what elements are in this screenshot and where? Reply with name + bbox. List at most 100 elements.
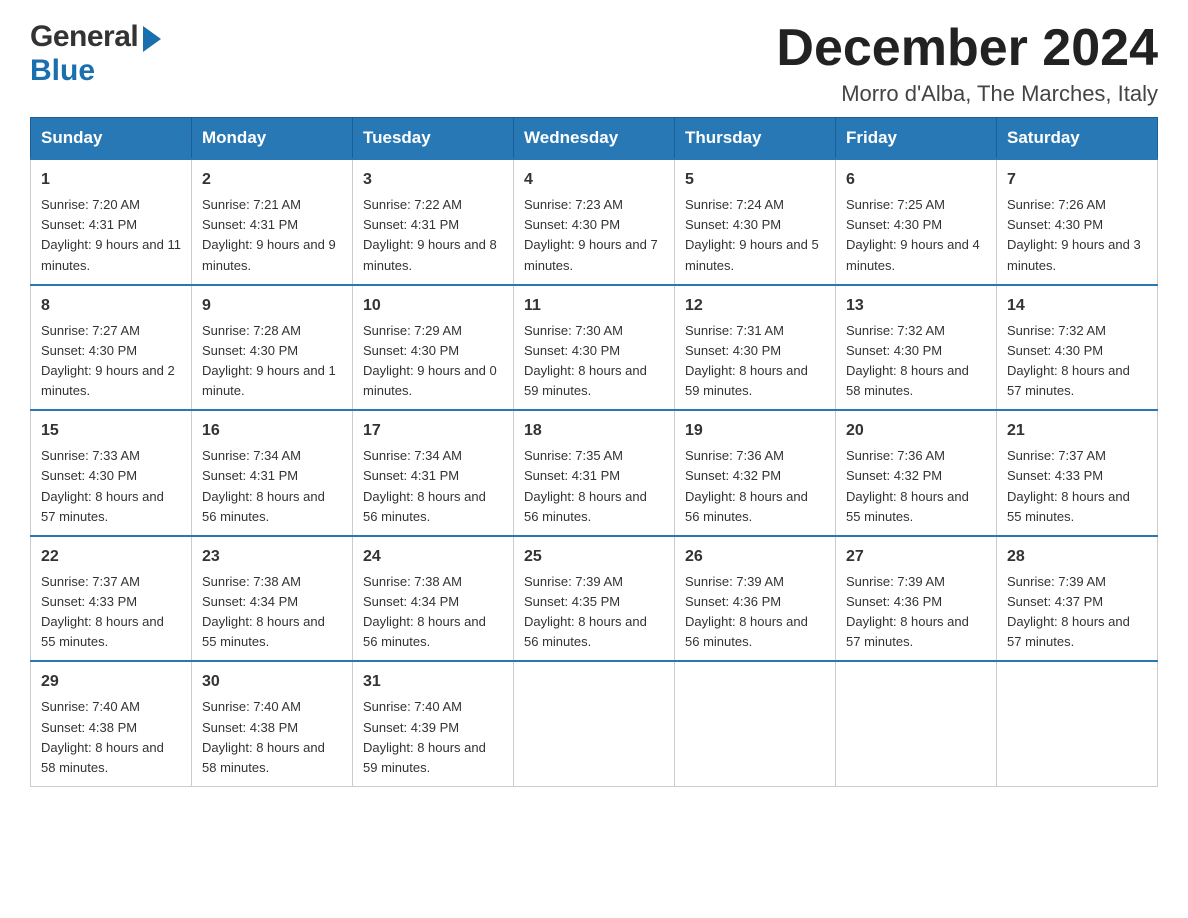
day-info: Sunrise: 7:33 AMSunset: 4:30 PMDaylight:… xyxy=(41,446,181,527)
day-info: Sunrise: 7:27 AMSunset: 4:30 PMDaylight:… xyxy=(41,321,181,402)
calendar-cell xyxy=(997,661,1158,786)
day-number: 18 xyxy=(524,419,664,443)
calendar-week-row: 29 Sunrise: 7:40 AMSunset: 4:38 PMDaylig… xyxy=(31,661,1158,786)
day-info: Sunrise: 7:39 AMSunset: 4:37 PMDaylight:… xyxy=(1007,572,1147,653)
day-number: 3 xyxy=(363,168,503,192)
day-info: Sunrise: 7:32 AMSunset: 4:30 PMDaylight:… xyxy=(846,321,986,402)
calendar-cell: 1 Sunrise: 7:20 AMSunset: 4:31 PMDayligh… xyxy=(31,159,192,285)
calendar-cell: 20 Sunrise: 7:36 AMSunset: 4:32 PMDaylig… xyxy=(836,410,997,536)
calendar-cell: 27 Sunrise: 7:39 AMSunset: 4:36 PMDaylig… xyxy=(836,536,997,662)
day-number: 7 xyxy=(1007,168,1147,192)
day-number: 27 xyxy=(846,545,986,569)
day-info: Sunrise: 7:35 AMSunset: 4:31 PMDaylight:… xyxy=(524,446,664,527)
day-info: Sunrise: 7:39 AMSunset: 4:36 PMDaylight:… xyxy=(685,572,825,653)
calendar-cell: 16 Sunrise: 7:34 AMSunset: 4:31 PMDaylig… xyxy=(192,410,353,536)
calendar-week-row: 22 Sunrise: 7:37 AMSunset: 4:33 PMDaylig… xyxy=(31,536,1158,662)
day-info: Sunrise: 7:28 AMSunset: 4:30 PMDaylight:… xyxy=(202,321,342,402)
day-info: Sunrise: 7:38 AMSunset: 4:34 PMDaylight:… xyxy=(202,572,342,653)
calendar-cell: 23 Sunrise: 7:38 AMSunset: 4:34 PMDaylig… xyxy=(192,536,353,662)
month-title: December 2024 xyxy=(776,20,1158,77)
day-info: Sunrise: 7:22 AMSunset: 4:31 PMDaylight:… xyxy=(363,195,503,276)
day-number: 26 xyxy=(685,545,825,569)
calendar-cell xyxy=(514,661,675,786)
day-number: 2 xyxy=(202,168,342,192)
day-number: 28 xyxy=(1007,545,1147,569)
calendar-cell: 3 Sunrise: 7:22 AMSunset: 4:31 PMDayligh… xyxy=(353,159,514,285)
day-number: 23 xyxy=(202,545,342,569)
day-info: Sunrise: 7:21 AMSunset: 4:31 PMDaylight:… xyxy=(202,195,342,276)
day-info: Sunrise: 7:34 AMSunset: 4:31 PMDaylight:… xyxy=(202,446,342,527)
logo-arrow-icon xyxy=(143,26,161,52)
calendar-cell: 4 Sunrise: 7:23 AMSunset: 4:30 PMDayligh… xyxy=(514,159,675,285)
calendar-cell: 19 Sunrise: 7:36 AMSunset: 4:32 PMDaylig… xyxy=(675,410,836,536)
day-number: 1 xyxy=(41,168,181,192)
calendar-week-row: 8 Sunrise: 7:27 AMSunset: 4:30 PMDayligh… xyxy=(31,285,1158,411)
calendar-cell: 12 Sunrise: 7:31 AMSunset: 4:30 PMDaylig… xyxy=(675,285,836,411)
logo-general-text: General xyxy=(30,20,138,54)
day-info: Sunrise: 7:30 AMSunset: 4:30 PMDaylight:… xyxy=(524,321,664,402)
calendar-cell: 25 Sunrise: 7:39 AMSunset: 4:35 PMDaylig… xyxy=(514,536,675,662)
day-number: 21 xyxy=(1007,419,1147,443)
calendar-cell: 9 Sunrise: 7:28 AMSunset: 4:30 PMDayligh… xyxy=(192,285,353,411)
day-info: Sunrise: 7:39 AMSunset: 4:36 PMDaylight:… xyxy=(846,572,986,653)
calendar-cell: 28 Sunrise: 7:39 AMSunset: 4:37 PMDaylig… xyxy=(997,536,1158,662)
calendar-cell xyxy=(836,661,997,786)
calendar-cell xyxy=(675,661,836,786)
day-info: Sunrise: 7:37 AMSunset: 4:33 PMDaylight:… xyxy=(1007,446,1147,527)
col-header-monday: Monday xyxy=(192,118,353,160)
day-number: 5 xyxy=(685,168,825,192)
day-info: Sunrise: 7:37 AMSunset: 4:33 PMDaylight:… xyxy=(41,572,181,653)
day-info: Sunrise: 7:25 AMSunset: 4:30 PMDaylight:… xyxy=(846,195,986,276)
page-header: General Blue December 2024 Morro d'Alba,… xyxy=(30,20,1158,107)
calendar-cell: 17 Sunrise: 7:34 AMSunset: 4:31 PMDaylig… xyxy=(353,410,514,536)
calendar-cell: 5 Sunrise: 7:24 AMSunset: 4:30 PMDayligh… xyxy=(675,159,836,285)
col-header-tuesday: Tuesday xyxy=(353,118,514,160)
calendar-week-row: 15 Sunrise: 7:33 AMSunset: 4:30 PMDaylig… xyxy=(31,410,1158,536)
calendar-cell: 24 Sunrise: 7:38 AMSunset: 4:34 PMDaylig… xyxy=(353,536,514,662)
day-number: 13 xyxy=(846,294,986,318)
calendar-cell: 29 Sunrise: 7:40 AMSunset: 4:38 PMDaylig… xyxy=(31,661,192,786)
calendar-cell: 11 Sunrise: 7:30 AMSunset: 4:30 PMDaylig… xyxy=(514,285,675,411)
day-info: Sunrise: 7:24 AMSunset: 4:30 PMDaylight:… xyxy=(685,195,825,276)
calendar-cell: 13 Sunrise: 7:32 AMSunset: 4:30 PMDaylig… xyxy=(836,285,997,411)
col-header-sunday: Sunday xyxy=(31,118,192,160)
calendar-cell: 2 Sunrise: 7:21 AMSunset: 4:31 PMDayligh… xyxy=(192,159,353,285)
day-number: 11 xyxy=(524,294,664,318)
day-info: Sunrise: 7:20 AMSunset: 4:31 PMDaylight:… xyxy=(41,195,181,276)
day-info: Sunrise: 7:39 AMSunset: 4:35 PMDaylight:… xyxy=(524,572,664,653)
day-number: 31 xyxy=(363,670,503,694)
calendar-cell: 31 Sunrise: 7:40 AMSunset: 4:39 PMDaylig… xyxy=(353,661,514,786)
col-header-thursday: Thursday xyxy=(675,118,836,160)
calendar-cell: 8 Sunrise: 7:27 AMSunset: 4:30 PMDayligh… xyxy=(31,285,192,411)
col-header-friday: Friday xyxy=(836,118,997,160)
calendar-cell: 18 Sunrise: 7:35 AMSunset: 4:31 PMDaylig… xyxy=(514,410,675,536)
day-info: Sunrise: 7:26 AMSunset: 4:30 PMDaylight:… xyxy=(1007,195,1147,276)
day-number: 15 xyxy=(41,419,181,443)
calendar-cell: 21 Sunrise: 7:37 AMSunset: 4:33 PMDaylig… xyxy=(997,410,1158,536)
day-number: 16 xyxy=(202,419,342,443)
day-number: 30 xyxy=(202,670,342,694)
calendar-week-row: 1 Sunrise: 7:20 AMSunset: 4:31 PMDayligh… xyxy=(31,159,1158,285)
calendar-header-row: SundayMondayTuesdayWednesdayThursdayFrid… xyxy=(31,118,1158,160)
day-info: Sunrise: 7:23 AMSunset: 4:30 PMDaylight:… xyxy=(524,195,664,276)
day-number: 24 xyxy=(363,545,503,569)
day-number: 25 xyxy=(524,545,664,569)
calendar-cell: 10 Sunrise: 7:29 AMSunset: 4:30 PMDaylig… xyxy=(353,285,514,411)
day-number: 20 xyxy=(846,419,986,443)
day-info: Sunrise: 7:34 AMSunset: 4:31 PMDaylight:… xyxy=(363,446,503,527)
day-number: 9 xyxy=(202,294,342,318)
day-info: Sunrise: 7:29 AMSunset: 4:30 PMDaylight:… xyxy=(363,321,503,402)
day-number: 17 xyxy=(363,419,503,443)
day-info: Sunrise: 7:32 AMSunset: 4:30 PMDaylight:… xyxy=(1007,321,1147,402)
location-subtitle: Morro d'Alba, The Marches, Italy xyxy=(776,81,1158,107)
day-info: Sunrise: 7:40 AMSunset: 4:38 PMDaylight:… xyxy=(202,697,342,778)
day-info: Sunrise: 7:40 AMSunset: 4:38 PMDaylight:… xyxy=(41,697,181,778)
calendar-cell: 7 Sunrise: 7:26 AMSunset: 4:30 PMDayligh… xyxy=(997,159,1158,285)
title-block: December 2024 Morro d'Alba, The Marches,… xyxy=(776,20,1158,107)
day-number: 8 xyxy=(41,294,181,318)
day-number: 10 xyxy=(363,294,503,318)
day-info: Sunrise: 7:40 AMSunset: 4:39 PMDaylight:… xyxy=(363,697,503,778)
day-info: Sunrise: 7:36 AMSunset: 4:32 PMDaylight:… xyxy=(685,446,825,527)
day-number: 12 xyxy=(685,294,825,318)
col-header-wednesday: Wednesday xyxy=(514,118,675,160)
